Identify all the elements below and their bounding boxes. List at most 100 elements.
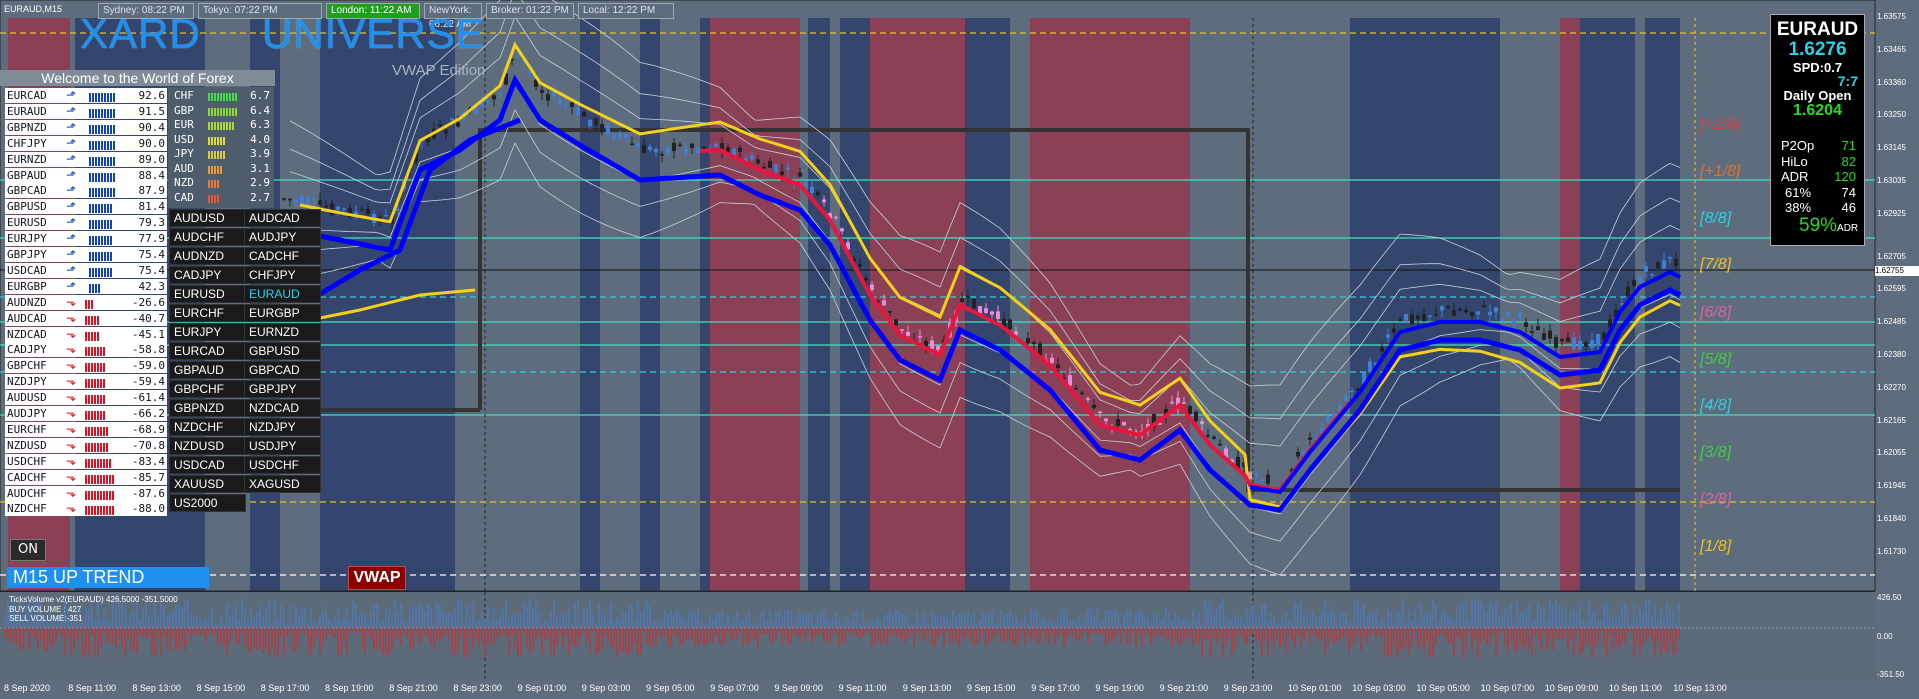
- strength-bars: [89, 282, 123, 293]
- pair-button-euraud[interactable]: EURAUD: [244, 285, 321, 303]
- pair-button-audnzd[interactable]: AUDNZD: [169, 247, 246, 265]
- candle-body: [1326, 416, 1330, 422]
- pair-button-audjpy[interactable]: AUDJPY: [244, 228, 321, 246]
- pair-button-nzdusd[interactable]: NZDUSD: [169, 437, 246, 455]
- candle-body: [1266, 474, 1270, 484]
- strength-value: -87.6: [131, 486, 165, 500]
- pair-button-nzdcad[interactable]: NZDCAD: [244, 399, 321, 417]
- price-axis-label: 1.62595: [1877, 284, 1906, 294]
- arrow-up-icon: ⬏: [66, 167, 77, 182]
- pair-button-usdchf[interactable]: USDCHF: [244, 456, 321, 474]
- pair-button-audusd[interactable]: AUDUSD: [169, 209, 246, 227]
- pair-button-nzdjpy[interactable]: NZDJPY: [244, 418, 321, 436]
- pair-button-eurgbp[interactable]: EURGBP: [244, 304, 321, 322]
- candle-body: [972, 299, 976, 309]
- session-band: [660, 18, 700, 591]
- fib-level-label: [2/8]: [1700, 491, 1732, 508]
- candle-body: [1206, 434, 1210, 437]
- candle-body: [1590, 340, 1594, 349]
- candle-body: [1218, 443, 1222, 446]
- strength-row: CADCHF ⬎ -85.7: [5, 469, 167, 485]
- info-price: 1.6276: [1788, 39, 1847, 60]
- strength-row: EURNZD ⬏ 89.0: [5, 151, 167, 167]
- pair-button-gbpchf[interactable]: GBPCHF: [169, 380, 246, 398]
- strength-bars: [85, 489, 119, 500]
- tick-volume-histogram: [0, 592, 1875, 680]
- time-label: 8 Sep 17:00: [260, 683, 310, 693]
- strength-pair-name: GBPUSD: [7, 200, 47, 214]
- candle-body: [780, 171, 784, 175]
- pair-button-nzdchf[interactable]: NZDCHF: [169, 418, 246, 436]
- time-label: 9 Sep 07:00: [710, 683, 759, 693]
- strength-row: EURGBP ⬏ 42.3: [5, 278, 167, 294]
- currency-strength-bars: [208, 165, 223, 174]
- fib-level-label: [+1/8]: [1700, 163, 1741, 180]
- pair-button-chfjpy[interactable]: CHFJPY: [244, 266, 321, 284]
- candle-body: [1560, 338, 1564, 342]
- candle-body: [1194, 411, 1198, 422]
- pair-button-gbpjpy[interactable]: GBPJPY: [244, 380, 321, 398]
- pair-button-cadjpy[interactable]: CADJPY: [169, 266, 246, 284]
- strength-value: -85.7: [131, 470, 165, 484]
- pair-button-eurusd[interactable]: EURUSD: [169, 285, 246, 303]
- session-band: [1350, 18, 1500, 591]
- currency-strength-value: 6.7: [250, 89, 270, 102]
- pair-button-eurnzd[interactable]: EURNZD: [244, 323, 321, 341]
- candle-body: [960, 298, 964, 302]
- strength-row: EURJPY ⬏ 77.9: [5, 231, 167, 247]
- pair-button-audchf[interactable]: AUDCHF: [169, 228, 246, 246]
- pair-button-gbpcad[interactable]: GBPCAD: [244, 361, 321, 379]
- candle-body: [486, 99, 490, 101]
- strength-bars: [85, 361, 119, 373]
- currency-strength-row: EUR 6.3: [170, 119, 272, 131]
- pair-button-eurchf[interactable]: EURCHF: [169, 304, 246, 322]
- arrow-up-icon: ⬏: [66, 199, 77, 214]
- volume-axis-bottom: -351.50: [1877, 670, 1905, 679]
- arrow-up-icon: ⬏: [66, 119, 77, 134]
- arrow-up-icon: ⬏: [66, 88, 77, 102]
- candle-body: [624, 134, 628, 139]
- arrow-down-icon: ⬎: [66, 342, 77, 357]
- on-toggle-button[interactable]: ON: [10, 539, 46, 561]
- pair-button-us2000[interactable]: US2000: [169, 494, 246, 512]
- candle-body: [318, 200, 322, 205]
- candle-body: [600, 123, 604, 133]
- price-axis-label: 1.62380: [1877, 350, 1906, 359]
- pair-button-gbpnzd[interactable]: GBPNZD: [169, 399, 246, 417]
- candle-body: [858, 264, 862, 268]
- pair-button-xauusd[interactable]: XAUUSD: [169, 475, 246, 493]
- strength-value: 89.0: [138, 152, 166, 166]
- arrow-up-icon: ⬏: [66, 215, 77, 230]
- arrow-up-icon: ⬏: [66, 103, 77, 118]
- price-axis-label: 1.61730: [1877, 546, 1906, 556]
- pair-button-usdcad[interactable]: USDCAD: [169, 456, 246, 474]
- candle-body: [1548, 330, 1552, 339]
- pair-button-gbpusd[interactable]: GBPUSD: [244, 342, 321, 360]
- pair-button-cadchf[interactable]: CADCHF: [244, 247, 321, 265]
- vwap-toggle-button[interactable]: VWAP: [348, 566, 406, 590]
- pair-button-xagusd[interactable]: XAGUSD: [244, 475, 321, 493]
- pair-button-audcad[interactable]: AUDCAD: [244, 209, 321, 227]
- candle-body: [588, 119, 592, 127]
- fib-level-label: [3/8]: [1700, 444, 1732, 461]
- candle-body: [342, 208, 346, 210]
- pair-button-usdjpy[interactable]: USDJPY: [244, 437, 321, 455]
- strength-pair-name: AUDNZD: [7, 295, 47, 309]
- currency-code: JPY: [174, 147, 194, 160]
- candle-body: [1332, 414, 1336, 417]
- strength-bars: [89, 266, 123, 277]
- arrow-up-icon: ⬏: [66, 247, 77, 261]
- candle-body: [990, 311, 994, 315]
- candle-body: [1296, 452, 1300, 457]
- currency-code: NZD: [174, 176, 194, 189]
- candle-body: [360, 208, 364, 211]
- strength-value: 75.4: [138, 248, 166, 261]
- pair-button-gbpaud[interactable]: GBPAUD: [169, 361, 246, 379]
- time-label: 10 Sep 07:00: [1480, 683, 1535, 693]
- candle-body: [450, 118, 454, 121]
- pair-button-eurcad[interactable]: EURCAD: [169, 342, 246, 360]
- pair-button-eurjpy[interactable]: EURJPY: [169, 323, 246, 341]
- strength-value: 92.6: [138, 89, 166, 102]
- strength-bars: [85, 473, 119, 484]
- candle-body: [1386, 334, 1390, 338]
